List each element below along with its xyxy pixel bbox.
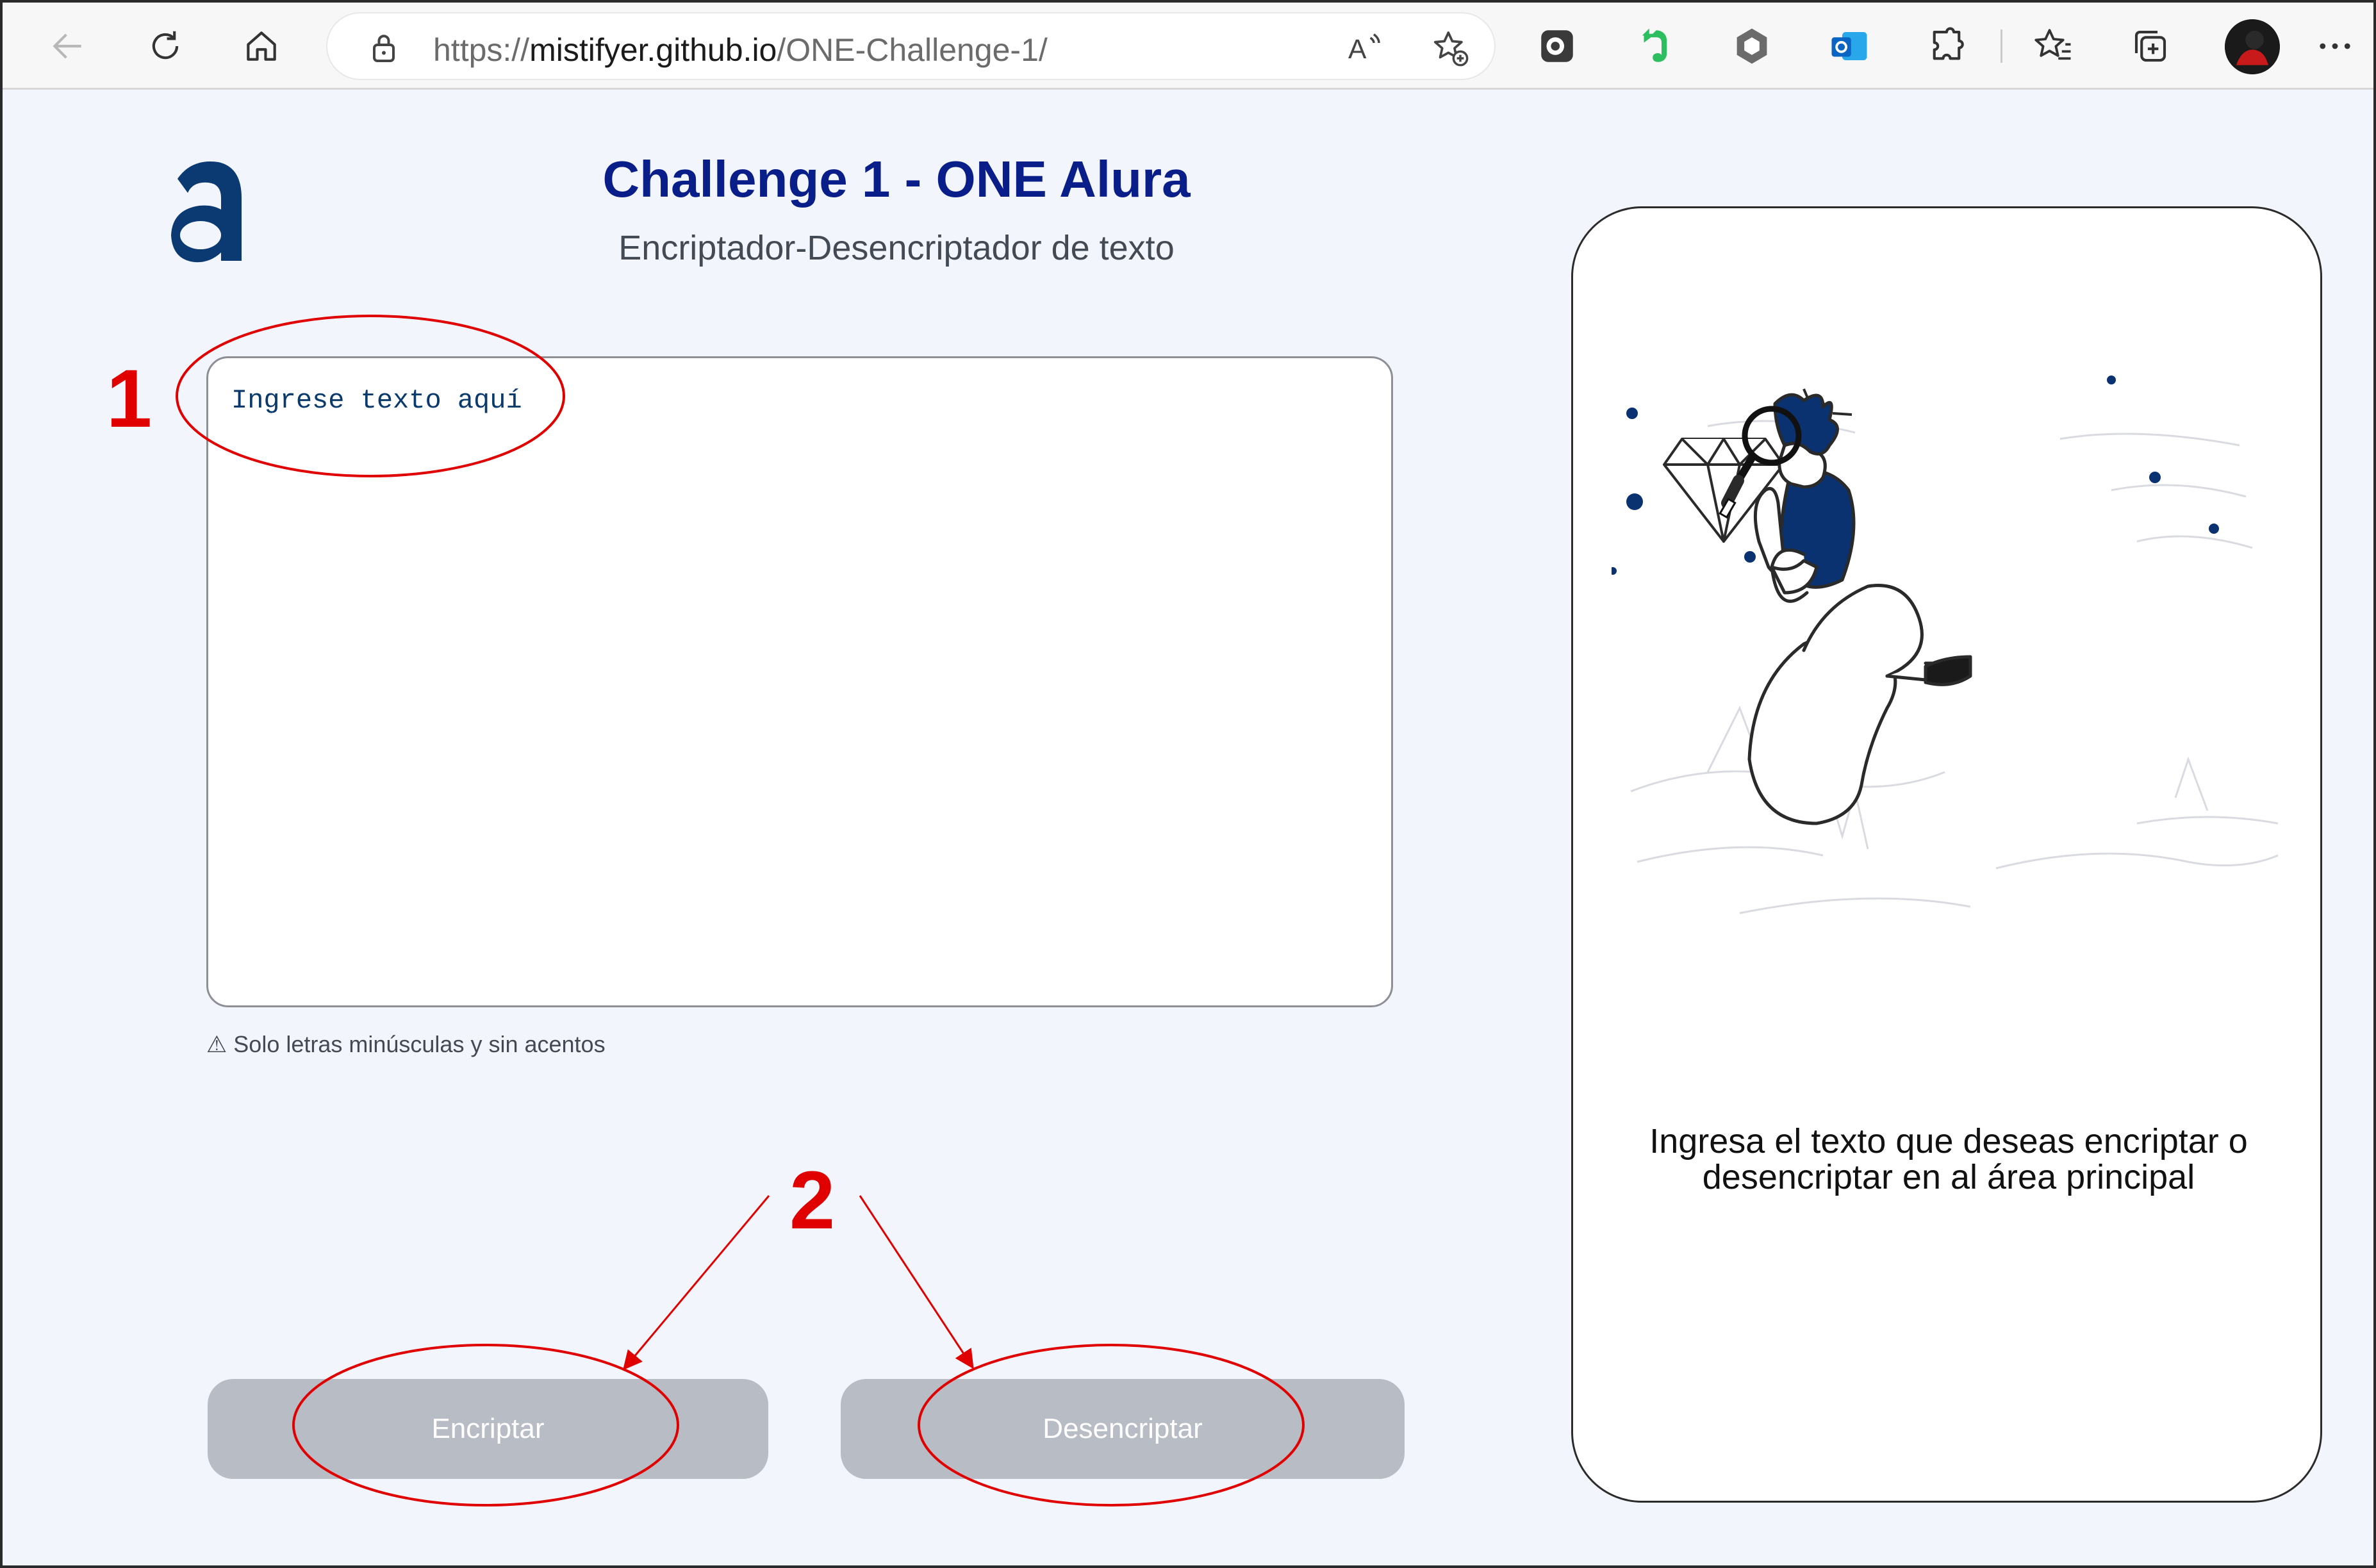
annotation-arrow-encrypt — [623, 1195, 770, 1371]
output-panel: Ingresa el texto que deseas encriptar o … — [1571, 206, 2322, 1503]
collections-icon[interactable] — [2125, 21, 2176, 72]
home-icon[interactable] — [236, 21, 287, 72]
read-aloud-icon[interactable]: A — [1343, 28, 1384, 69]
more-options-icon[interactable] — [2309, 21, 2361, 72]
add-favorite-icon[interactable] — [1430, 28, 1471, 69]
hint-text: Solo letras minúsculas y sin acentos — [233, 1031, 606, 1057]
person-with-magnifier-illustration — [1609, 375, 2291, 1016]
url-scheme: https:// — [433, 32, 530, 68]
page-title: Challenge 1 - ONE Alura — [602, 151, 1191, 208]
evernote-icon[interactable] — [1629, 21, 1680, 72]
text-input-area[interactable] — [206, 356, 1393, 1007]
url-text[interactable]: https://mistifyer.github.io/ONE-Challeng… — [433, 31, 1048, 69]
decrypt-button[interactable]: Desencriptar — [841, 1379, 1405, 1479]
browser-window: https://mistifyer.github.io/ONE-Challeng… — [0, 0, 2376, 1568]
annotation-marker-1: 1 — [106, 353, 153, 445]
extensions-puzzle-icon[interactable] — [1921, 21, 1972, 72]
annotation-arrow-decrypt — [859, 1195, 974, 1369]
address-bar[interactable]: https://mistifyer.github.io/ONE-Challeng… — [326, 12, 1496, 80]
input-hint: ⚠ Solo letras minúsculas y sin acentos — [206, 1031, 606, 1058]
favorites-icon[interactable] — [2027, 21, 2079, 72]
annotation-marker-2: 2 — [789, 1155, 836, 1246]
encrypt-button[interactable]: Encriptar — [208, 1379, 768, 1479]
toolbar-separator — [2001, 29, 2002, 63]
extension-1-icon[interactable] — [1531, 21, 1583, 72]
lock-icon[interactable] — [365, 29, 403, 67]
page-subtitle: Encriptador-Desencriptador de texto — [618, 229, 1175, 267]
url-path: /ONE-Challenge-1/ — [777, 32, 1048, 68]
warning-icon: ⚠ — [206, 1031, 227, 1057]
url-host: mistifyer.github.io — [529, 32, 777, 68]
extension-3-icon[interactable] — [1726, 21, 1778, 72]
svg-text:A: A — [1348, 34, 1367, 65]
refresh-icon[interactable] — [140, 21, 191, 72]
outlook-icon[interactable] — [1824, 21, 1875, 72]
alura-logo — [166, 153, 249, 268]
profile-avatar[interactable] — [2225, 19, 2280, 74]
output-message: Ingresa el texto que deseas encriptar o … — [1649, 1122, 2248, 1196]
back-arrow-icon[interactable] — [42, 21, 94, 72]
browser-toolbar: https://mistifyer.github.io/ONE-Challeng… — [3, 3, 2373, 90]
